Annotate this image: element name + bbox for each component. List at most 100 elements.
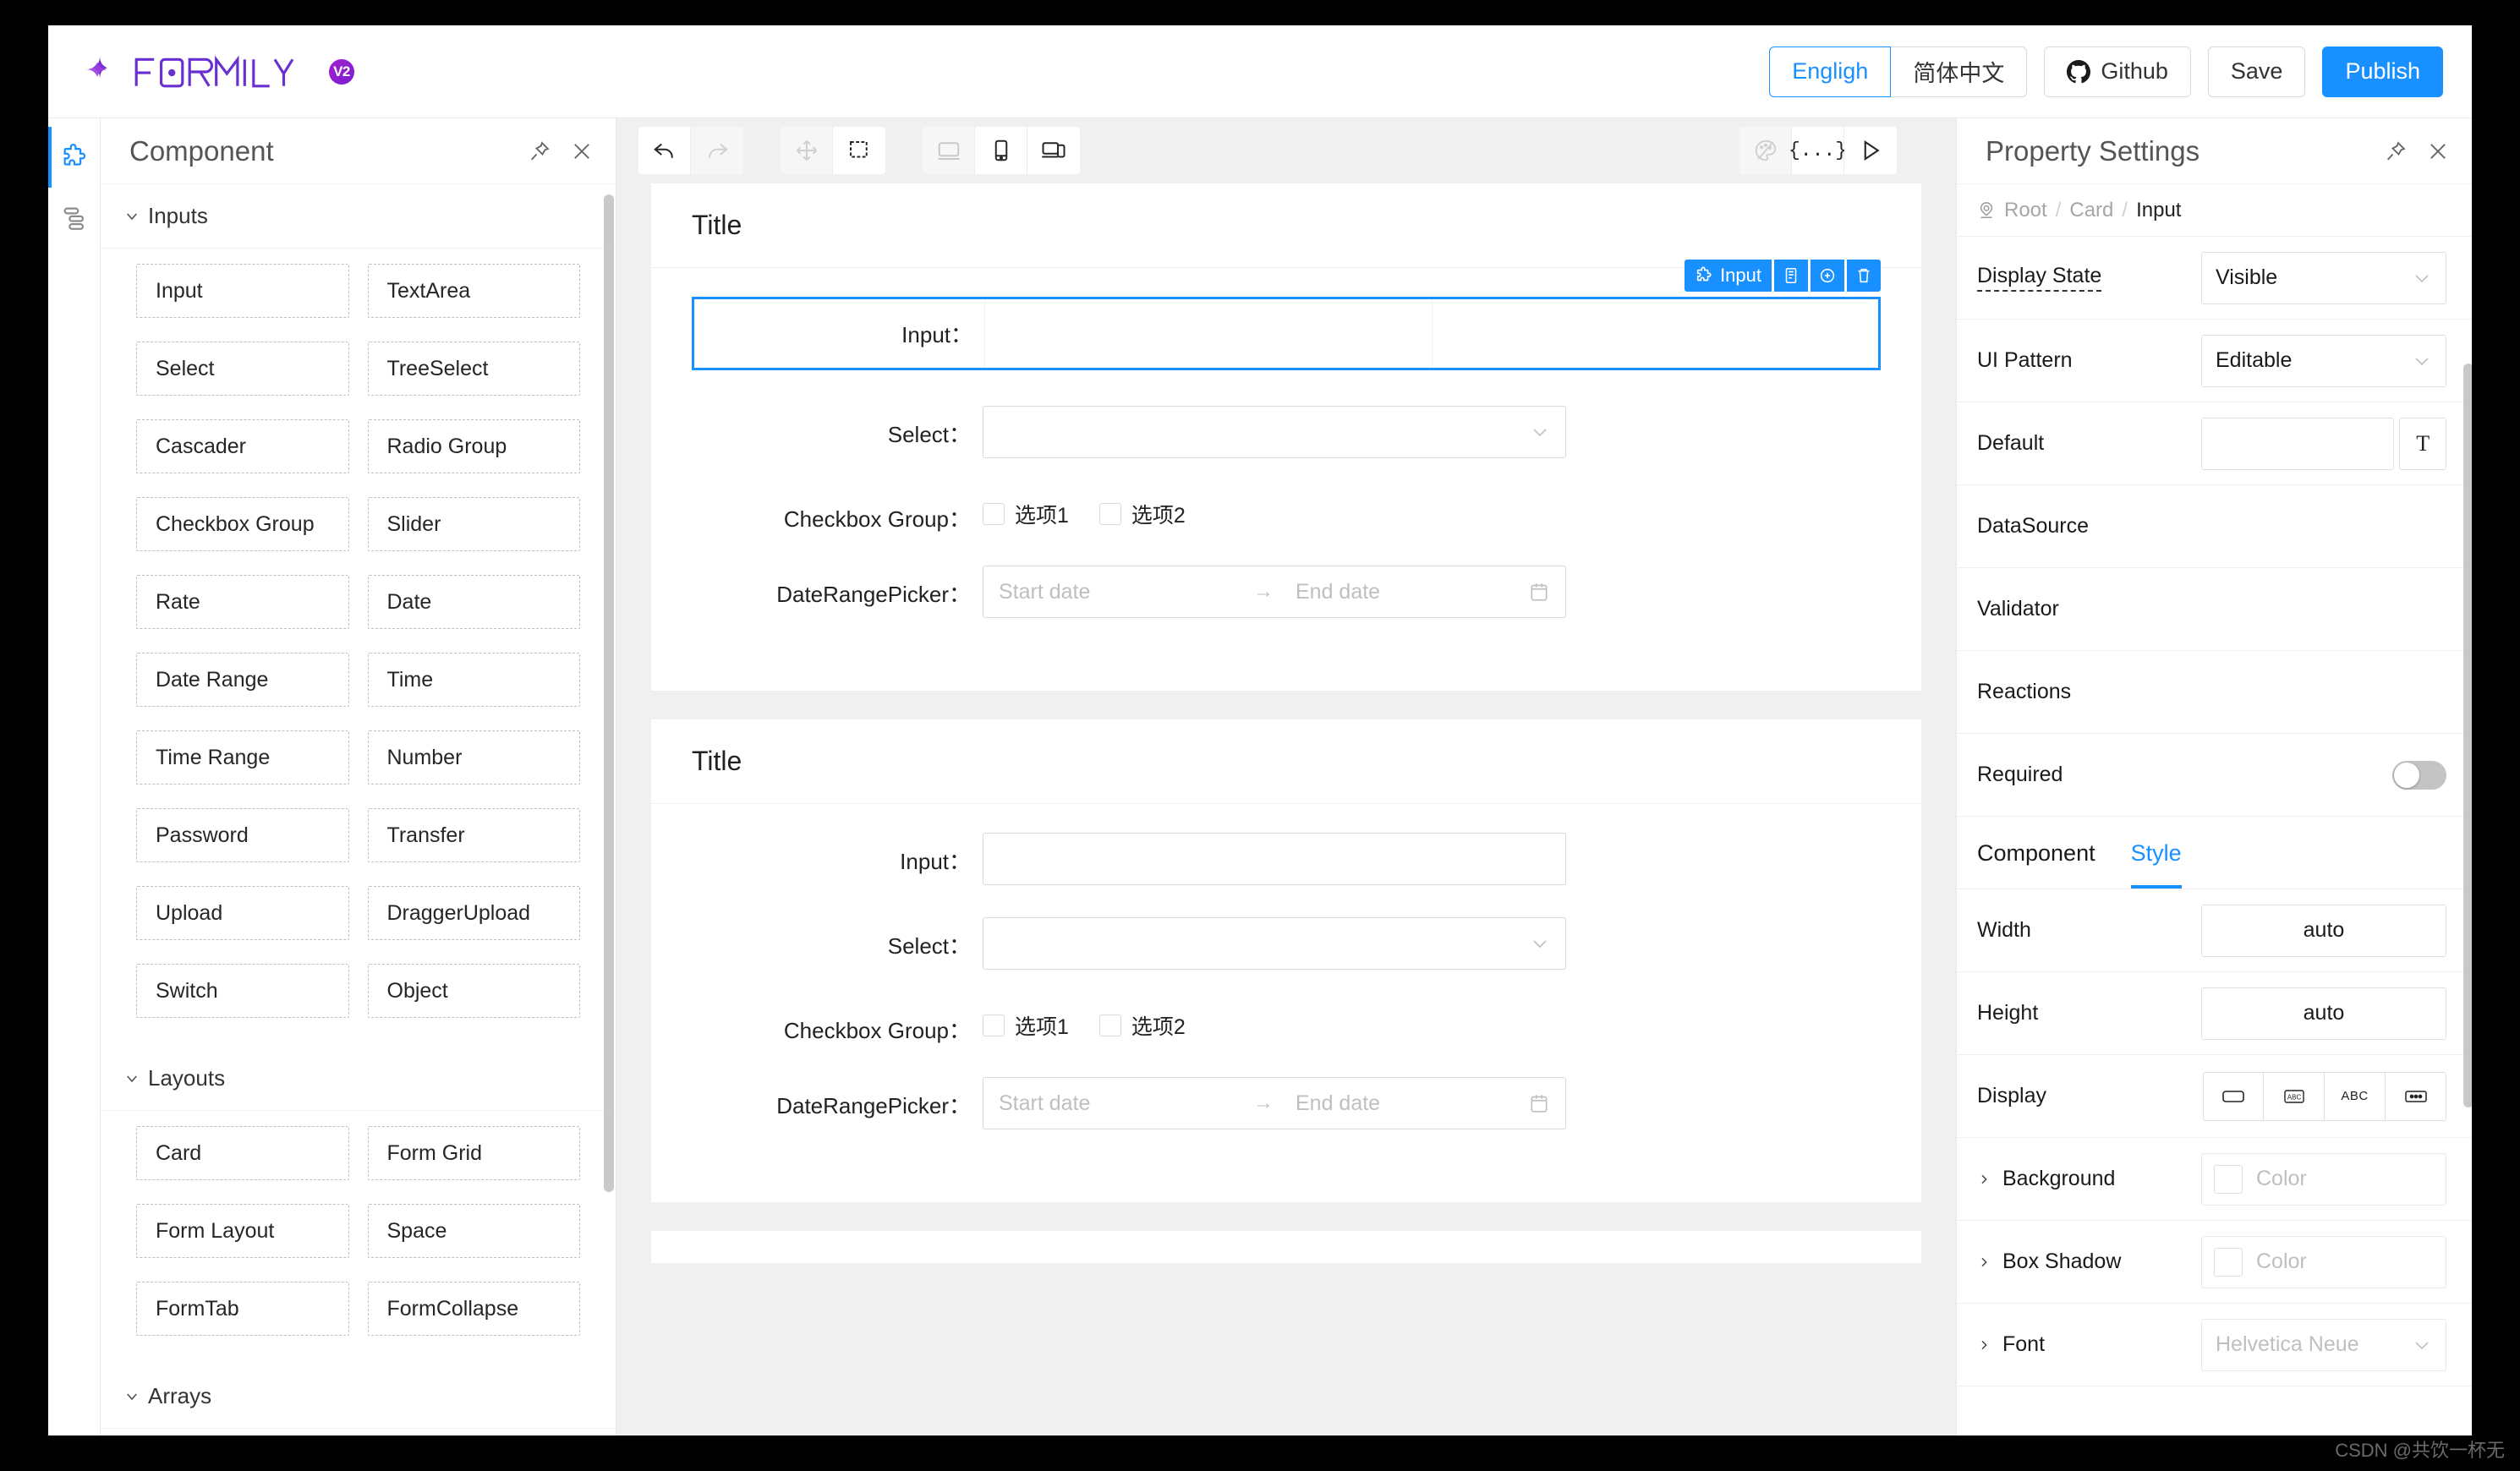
component-item[interactable]: FormTab	[136, 1282, 349, 1336]
form-row-daterange[interactable]: DateRangePicker：Start date→End date	[692, 566, 1881, 618]
component-item[interactable]: Form Layout	[136, 1204, 349, 1258]
breadcrumb-card[interactable]: Card	[2069, 199, 2113, 222]
display-option-block[interactable]	[2203, 1072, 2264, 1121]
component-item[interactable]: Cascader	[136, 419, 349, 473]
property-select[interactable]: Visible	[2201, 252, 2446, 304]
form-row-daterange[interactable]: DateRangePicker：Start date→End date	[692, 1077, 1881, 1129]
github-button[interactable]: Github	[2044, 46, 2191, 97]
breadcrumb-root[interactable]: Root	[2004, 199, 2047, 222]
component-group-layouts[interactable]: Layouts	[101, 1047, 616, 1111]
start-date-placeholder[interactable]: Start date	[999, 580, 1231, 604]
component-scrollbar-thumb[interactable]	[604, 194, 614, 1192]
color-swatch[interactable]	[2214, 1248, 2243, 1277]
component-item[interactable]: Time Range	[136, 730, 349, 785]
theme-button[interactable]	[1739, 127, 1792, 174]
checkbox-box[interactable]	[983, 503, 1005, 525]
lang-english-button[interactable]: Engligh	[1769, 46, 1891, 97]
component-group-inputs[interactable]: Inputs	[101, 184, 616, 249]
property-text-input[interactable]	[2201, 418, 2394, 470]
component-item[interactable]: Select	[136, 342, 349, 396]
delete-node-button[interactable]	[1847, 260, 1881, 292]
component-item[interactable]: Date Range	[136, 653, 349, 707]
component-item[interactable]: FormCollapse	[368, 1282, 581, 1336]
style-value-input[interactable]: auto	[2201, 987, 2446, 1040]
component-item[interactable]: Time	[368, 653, 581, 707]
add-node-button[interactable]	[1811, 260, 1844, 292]
card-3-partial[interactable]	[650, 1230, 1922, 1264]
form-canvas[interactable]: Title Input	[616, 183, 1956, 1435]
date-range-input[interactable]: Start date→End date	[983, 1077, 1566, 1129]
select-input[interactable]	[983, 917, 1566, 970]
component-item[interactable]: Object	[368, 964, 581, 1018]
style-group-toggle[interactable]: Background	[1977, 1167, 2201, 1191]
display-option-inline-block[interactable]: ABC	[2264, 1072, 2325, 1121]
copy-node-button[interactable]	[1774, 260, 1808, 292]
preview-button[interactable]	[1844, 127, 1897, 174]
component-item[interactable]: Checkbox Group	[136, 497, 349, 551]
checkbox-option[interactable]: 选项2	[1099, 1010, 1186, 1041]
component-item[interactable]: Transfer	[368, 808, 581, 862]
rail-item-outline[interactable]	[48, 188, 101, 249]
checkbox-option[interactable]: 选项1	[983, 499, 1069, 529]
component-item[interactable]: Card	[136, 1126, 349, 1180]
end-date-placeholder[interactable]: End date	[1296, 1091, 1528, 1116]
form-row-select[interactable]: Select：	[692, 406, 1881, 458]
text-type-button[interactable]: T	[2399, 418, 2446, 470]
component-item[interactable]: Space	[368, 1204, 581, 1258]
component-item[interactable]: Number	[368, 730, 581, 785]
checkbox-box[interactable]	[983, 1014, 1005, 1036]
code-button[interactable]: {...}	[1792, 127, 1844, 174]
component-item[interactable]: TextArea	[368, 264, 581, 318]
pin-icon[interactable]	[528, 139, 551, 163]
property-select[interactable]: Editable	[2201, 335, 2446, 387]
mobile-view-button[interactable]	[975, 127, 1027, 174]
color-picker[interactable]: Color	[2201, 1236, 2446, 1288]
form-row-input[interactable]: Input：	[692, 833, 1881, 885]
undo-button[interactable]	[638, 127, 691, 174]
form-row-checkbox[interactable]: Checkbox Group：选项1选项2	[692, 1002, 1881, 1045]
card-2[interactable]: Title Input：Select：Checkbox Group：选项1选项2…	[650, 719, 1922, 1203]
checkbox-box[interactable]	[1099, 1014, 1121, 1036]
close-icon[interactable]	[570, 139, 594, 163]
start-date-placeholder[interactable]: Start date	[999, 1091, 1231, 1116]
display-option-inline[interactable]: ABC	[2325, 1072, 2386, 1121]
move-tool-button[interactable]	[781, 127, 833, 174]
selected-input-box[interactable]: Input：	[692, 297, 1881, 370]
style-group-toggle[interactable]: Box Shadow	[1977, 1250, 2201, 1274]
desktop-view-button[interactable]	[923, 127, 975, 174]
required-toggle[interactable]	[2392, 761, 2446, 790]
component-item[interactable]: Switch	[136, 964, 349, 1018]
marquee-select-button[interactable]	[833, 127, 885, 174]
rail-item-components[interactable]	[48, 127, 101, 188]
lang-chinese-button[interactable]: 简体中文	[1891, 46, 2027, 97]
end-date-placeholder[interactable]: End date	[1296, 580, 1528, 604]
form-row-checkbox[interactable]: Checkbox Group：选项1选项2	[692, 490, 1881, 533]
checkbox-option[interactable]: 选项2	[1099, 499, 1186, 529]
responsive-view-button[interactable]	[1027, 127, 1080, 174]
component-item[interactable]: DraggerUpload	[368, 886, 581, 940]
publish-button[interactable]: Publish	[2322, 46, 2443, 97]
font-select[interactable]: Helvetica Neue	[2201, 1319, 2446, 1371]
pin-icon[interactable]	[2384, 139, 2408, 163]
component-item[interactable]: Slider	[368, 497, 581, 551]
checkbox-box[interactable]	[1099, 503, 1121, 525]
redo-button[interactable]	[691, 127, 743, 174]
style-group-toggle[interactable]: Font	[1977, 1332, 2201, 1357]
component-item[interactable]: Form Grid	[368, 1126, 581, 1180]
color-swatch[interactable]	[2214, 1165, 2243, 1194]
property-scrollbar-thumb[interactable]	[2463, 364, 2472, 1107]
save-button[interactable]: Save	[2208, 46, 2306, 97]
checkbox-option[interactable]: 选项1	[983, 1010, 1069, 1041]
display-option-flex[interactable]	[2386, 1072, 2446, 1121]
select-input[interactable]	[983, 406, 1566, 458]
tab-style[interactable]: Style	[2131, 817, 2182, 889]
selected-input-field[interactable]	[985, 299, 1433, 368]
component-item[interactable]: Password	[136, 808, 349, 862]
text-input[interactable]	[983, 833, 1566, 885]
component-item[interactable]: Rate	[136, 575, 349, 629]
component-item[interactable]: Input	[136, 264, 349, 318]
component-item[interactable]: TreeSelect	[368, 342, 581, 396]
component-item[interactable]: Date	[368, 575, 581, 629]
component-item[interactable]: Radio Group	[368, 419, 581, 473]
selected-input-row[interactable]: Input	[692, 297, 1881, 370]
